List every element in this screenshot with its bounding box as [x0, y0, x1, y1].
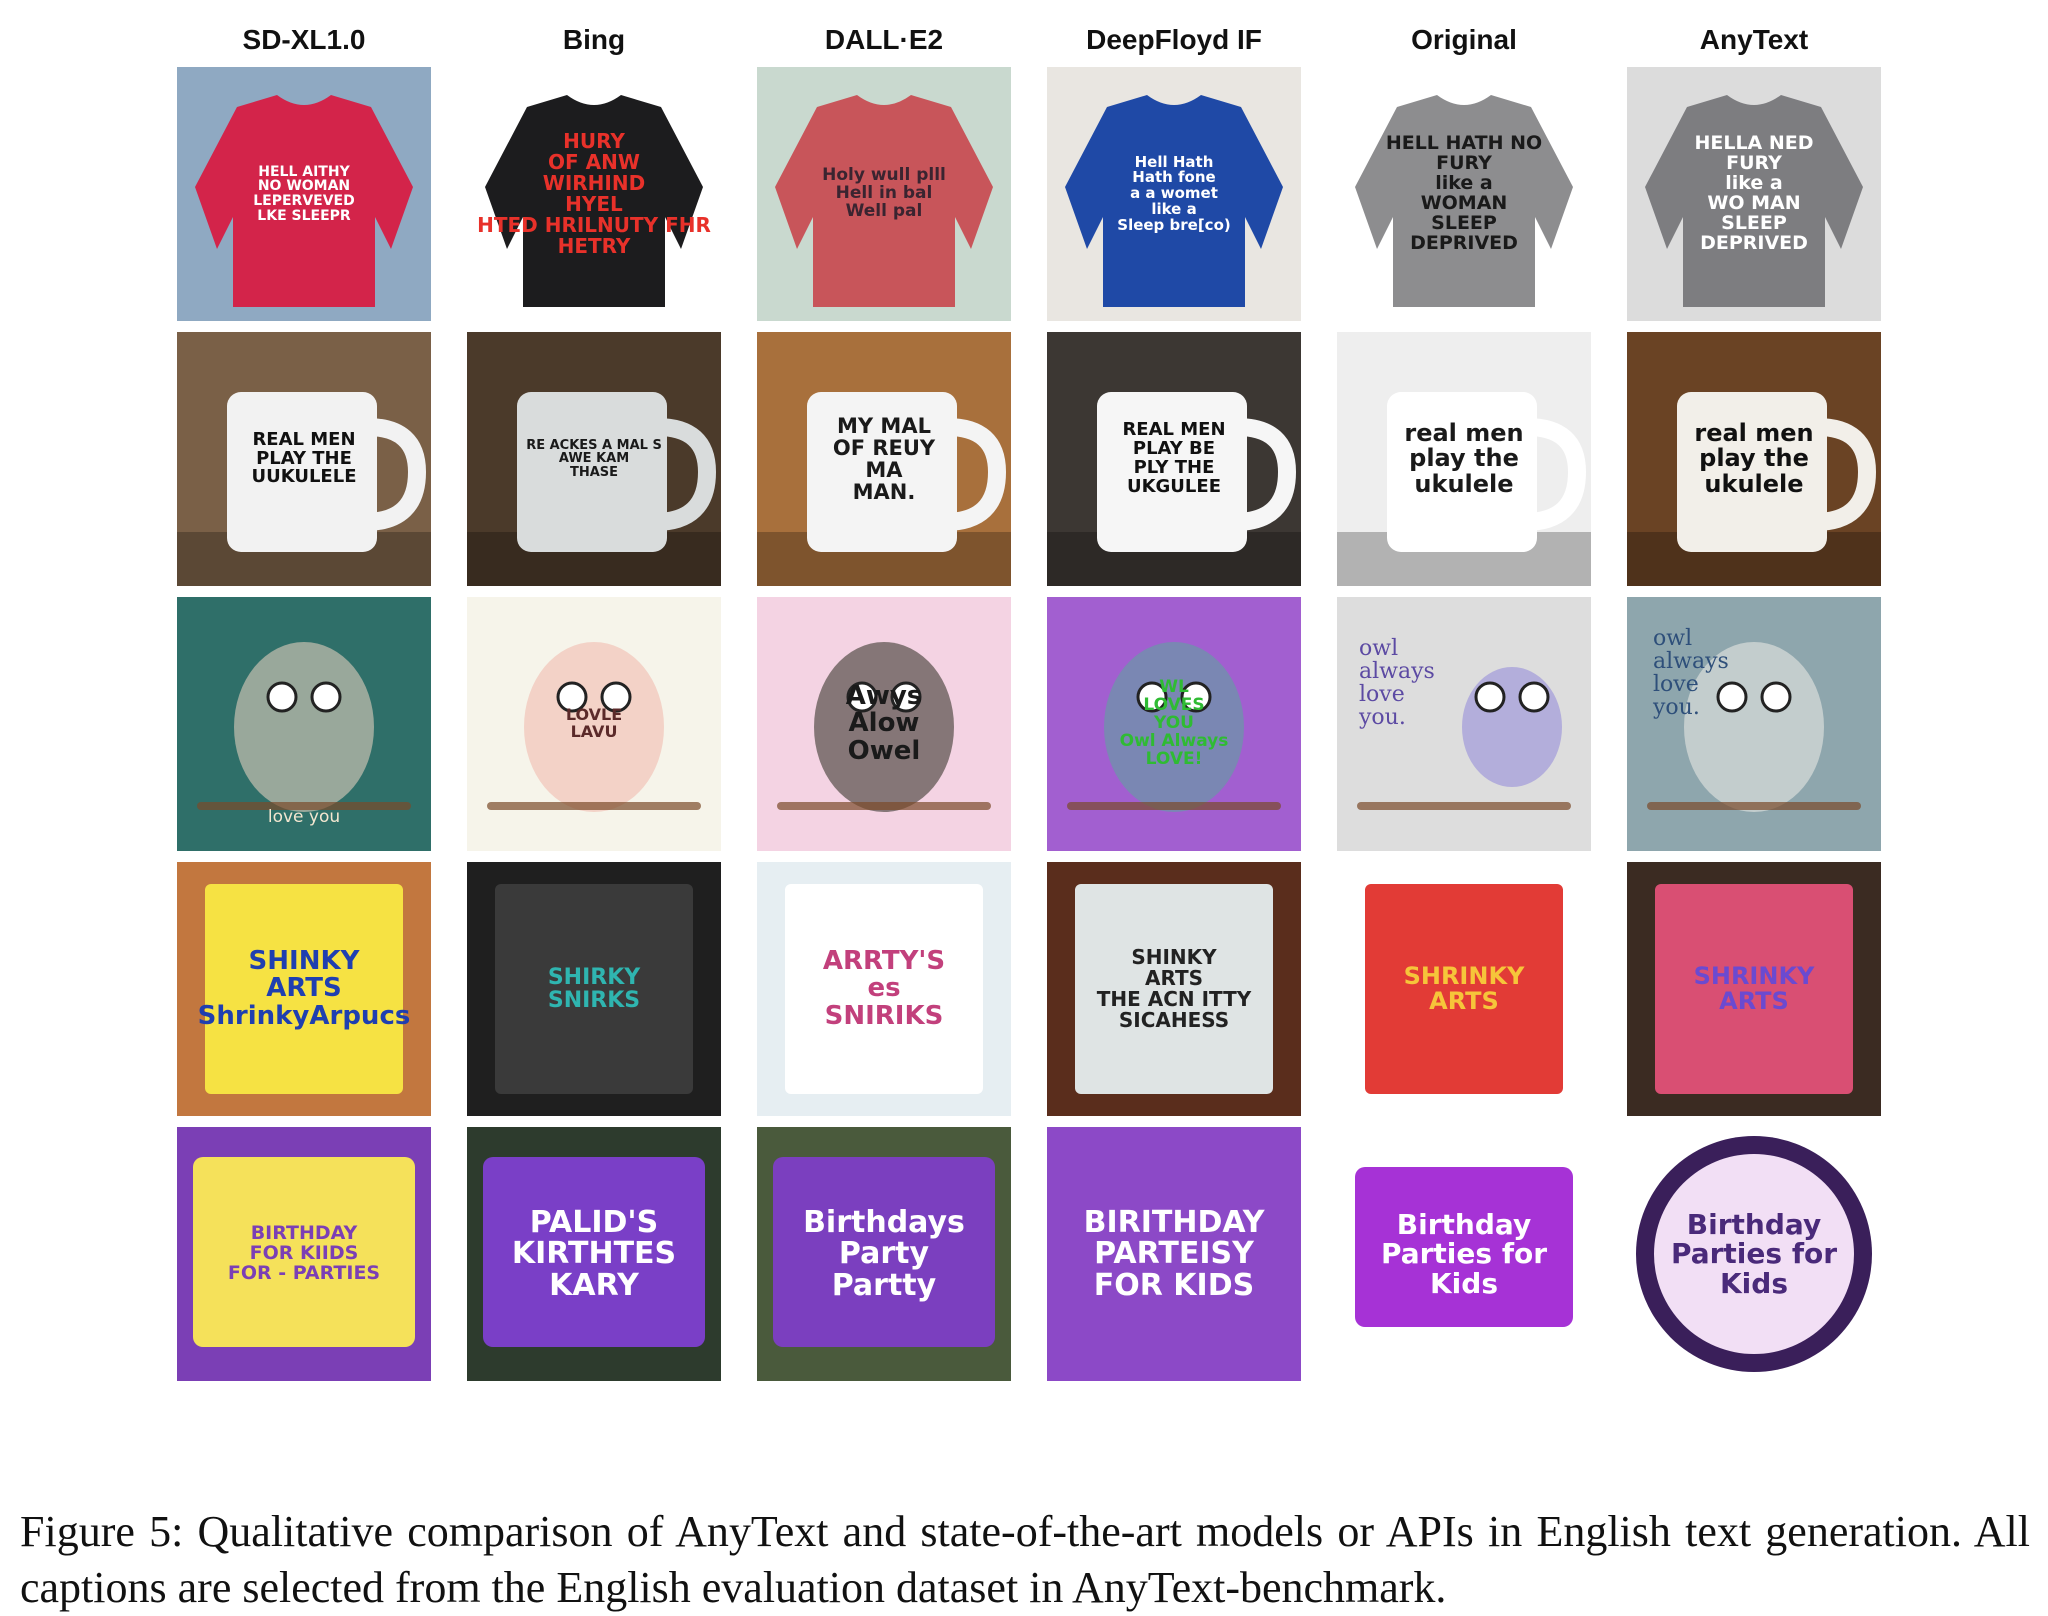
image-tile-owl: Awys Alow Owel	[757, 597, 1011, 851]
branch	[1357, 802, 1571, 810]
generated-text: Hell Hath Hath fone a a womet like a Sle…	[1117, 152, 1231, 234]
column-header: Original	[1411, 24, 1517, 55]
image-tile-book: SHRINKY ARTS	[1337, 862, 1591, 1116]
generated-text: Awys Alow Owel	[845, 681, 923, 766]
image-tile-book: ARRTY'S es SNIRIKS	[757, 862, 1011, 1116]
image-tile-sweatshirt: HELL AITHY NO WOMAN LEPERVEVED LKE SLEEP…	[177, 67, 431, 321]
generated-text: BIRITHDAY PARTEISY FOR KIDS	[1083, 1204, 1265, 1303]
image-tile-mug: MY MAL OF REUY MA MAN.	[757, 332, 1011, 586]
generated-text: HELL HATH NO FURY like a WOMAN SLEEP DEP…	[1385, 132, 1543, 254]
image-tile-owl: owl always love you.	[1337, 597, 1591, 851]
image-tile-owl: LOVLE LAVU	[467, 597, 721, 851]
generated-text: HURY OF ANW WIRHIND HYEL HTED HRILNUTY F…	[477, 129, 711, 258]
generated-text: BIRTHDAY FOR KIIDS FOR - PARTIES	[227, 1222, 381, 1284]
image-tile-sweatshirt: HELLA NED FURY like a WO MAN SLEEP DEPRI…	[1627, 67, 1881, 321]
column-header: DALL·E2	[824, 24, 944, 55]
image-tile-book: SHINKY ARTS THE ACN ITTY SICAHESS	[1047, 862, 1301, 1116]
image-tile-book: SHINKY ARTS ShrinkyArpucs	[177, 862, 431, 1116]
owl-eye	[1474, 681, 1506, 713]
generated-text: WL LOVES YOU Owl Always LOVE!	[1119, 677, 1229, 769]
generated-text: REAL MEN PLAY THE UUKULELE	[251, 428, 357, 488]
generated-text: SHRINKY ARTS	[1693, 961, 1815, 1015]
image-tile-sign: PALID'S KIRTHTES KARY	[467, 1127, 721, 1381]
owl-eye	[1518, 681, 1550, 713]
image-tile-sign: Birthday Parties for Kids	[1337, 1127, 1591, 1381]
branch	[487, 802, 701, 810]
image-tile-sign: BIRITHDAY PARTEISY FOR KIDS	[1047, 1127, 1301, 1381]
generated-text: Holy wull plll Hell in bal Well pal	[822, 165, 946, 221]
image-tile-sign: Birthday Parties for Kids	[1627, 1127, 1881, 1381]
branch	[1067, 802, 1281, 810]
branch	[1647, 802, 1861, 810]
image-tile-sweatshirt: HELL HATH NO FURY like a WOMAN SLEEP DEP…	[1337, 67, 1591, 321]
comparison-figure: SD-XL1.0 Bing DALL·E2 DeepFloyd IF Original A…	[0, 0, 2048, 1400]
image-tile-sign: Birthdays Party Partty	[757, 1127, 1011, 1381]
generated-text: love you	[267, 807, 341, 827]
image-tile-sign: BIRTHDAY FOR KIIDS FOR - PARTIES	[177, 1127, 431, 1381]
image-tile-owl: owl always love you.	[1627, 597, 1881, 851]
generated-text: SHIRKY SNIRKS	[547, 964, 641, 1013]
generated-text: SHINKY ARTS THE ACN ITTY SICAHESS	[1096, 945, 1252, 1032]
image-tile-mug: REAL MEN PLAY BE PLY THE UKGULEE	[1047, 332, 1301, 586]
generated-text: owl always love you.	[1359, 636, 1435, 731]
image-tile-mug: RE ACKES A MAL S AWE KAM THASE	[467, 332, 721, 586]
generated-text: HELL AITHY NO WOMAN LEPERVEVED LKE SLEEP…	[253, 163, 355, 224]
generated-text: Birthdays Party Partty	[803, 1204, 965, 1303]
generated-text: REAL MEN PLAY BE PLY THE UKGULEE	[1122, 419, 1226, 497]
image-tile-sweatshirt: Holy wull plll Hell in bal Well pal	[757, 67, 1011, 321]
owl-eye	[266, 681, 298, 713]
generated-text: owl always love you.	[1653, 626, 1729, 721]
generated-text: ARRTY'S es SNIRIKS	[822, 946, 946, 1031]
generated-text: real men play the ukulele	[1694, 419, 1814, 498]
generated-text: SHRINKY ARTS	[1403, 961, 1525, 1015]
generated-text: SHINKY ARTS ShrinkyArpucs	[197, 946, 411, 1031]
owl-eye	[310, 681, 342, 713]
image-tile-sweatshirt: Hell Hath Hath fone a a womet like a Sle…	[1047, 67, 1301, 321]
image-tile-owl: love you	[177, 597, 431, 851]
branch	[777, 802, 991, 810]
generated-text: PALID'S KIRTHTES KARY	[511, 1204, 677, 1303]
column-header: SD-XL1.0	[242, 24, 366, 55]
image-tile-book: SHIRKY SNIRKS	[467, 862, 721, 1116]
generated-text: Birthday Parties for Kids	[1380, 1207, 1548, 1300]
generated-text: RE ACKES A MAL S AWE KAM THASE	[526, 437, 662, 480]
generated-text: real men play the ukulele	[1404, 419, 1524, 498]
image-tile-mug: real men play the ukulele	[1627, 332, 1881, 586]
column-header: AnyText	[1699, 24, 1809, 55]
image-tile-sweatshirt: HURY OF ANW WIRHIND HYEL HTED HRILNUTY F…	[467, 67, 721, 321]
image-tile-owl: WL LOVES YOU Owl Always LOVE!	[1047, 597, 1301, 851]
generated-text: HELLA NED FURY like a WO MAN SLEEP DEPRI…	[1694, 132, 1814, 254]
column-header: Bing	[562, 24, 626, 55]
figure-caption: Figure 5: Qualitative comparison of AnyT…	[20, 1507, 2030, 1612]
generated-text: LOVLE LAVU	[565, 705, 623, 741]
generated-text: MY MAL OF REUY MA MAN.	[832, 413, 936, 505]
owl-eye	[1760, 681, 1792, 713]
owl-body	[234, 642, 374, 812]
image-tile-mug: real men play the ukulele	[1337, 332, 1591, 586]
generated-text: Birthday Parties for Kids	[1670, 1207, 1838, 1300]
image-tile-mug: REAL MEN PLAY THE UUKULELE	[177, 332, 431, 586]
column-header: DeepFloyd IF	[1086, 24, 1262, 55]
image-tile-book: SHRINKY ARTS	[1627, 862, 1881, 1116]
owl-body	[1462, 667, 1562, 787]
